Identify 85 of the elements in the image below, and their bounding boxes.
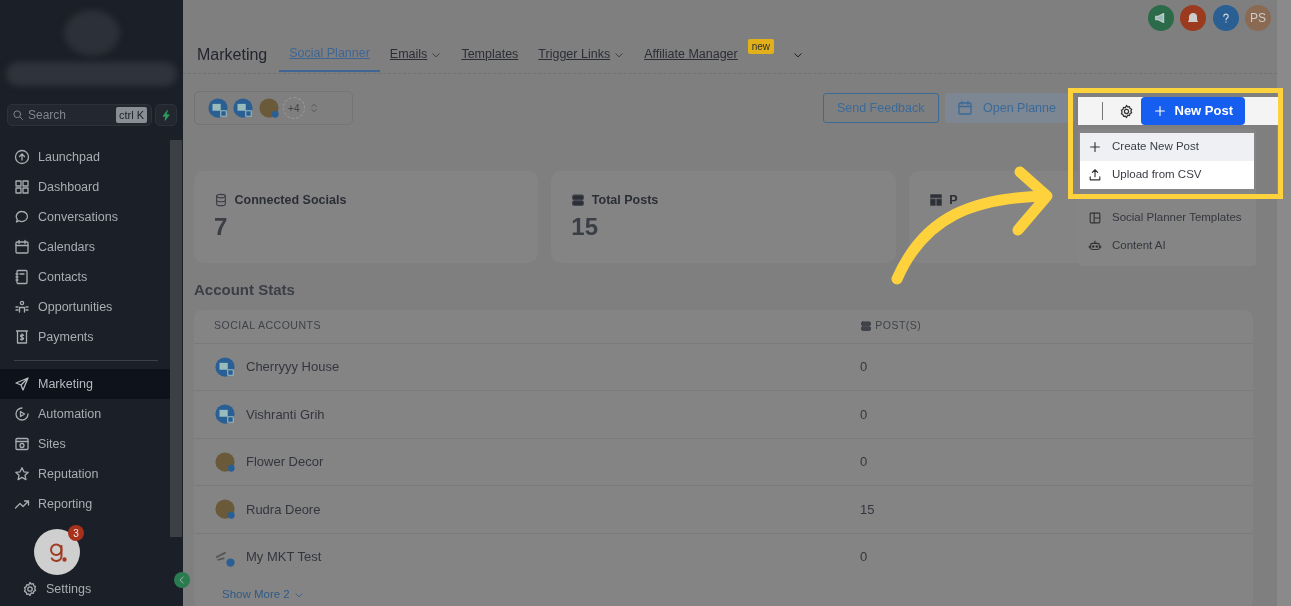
sidebar-item[interactable]: Marketing [0, 369, 170, 399]
post-count: 0 [860, 548, 868, 566]
sidebar-item[interactable]: Automation [0, 399, 170, 429]
sidebar-item[interactable]: Opportunities [0, 292, 170, 322]
contact-book-icon [14, 269, 30, 285]
collapse-sidebar-button[interactable] [174, 572, 190, 588]
stat-label: Total Posts [591, 192, 659, 209]
rocket-icon [14, 149, 30, 165]
post-count: 0 [860, 405, 868, 424]
account-name: Flower Decor [246, 453, 324, 471]
account-name: Rudra Deore [246, 500, 321, 519]
profile-photo-avatar [214, 498, 236, 521]
sidebar-item[interactable]: Calendars [0, 232, 170, 262]
search-field[interactable]: Search ctrl K [7, 104, 152, 126]
stat-value: 7 [214, 213, 229, 241]
sidebar-scrollbar[interactable] [170, 140, 182, 537]
profile-photo-avatar [214, 450, 236, 473]
shortcut-key: ctrl K [115, 106, 147, 124]
sort-icon [308, 102, 320, 114]
notification-badge: 3 [68, 525, 84, 541]
robot-icon [1088, 239, 1102, 253]
chevron-left-icon [177, 575, 187, 585]
quick-action-button[interactable] [155, 104, 177, 126]
sidebar-item[interactable]: Dashboard [0, 172, 170, 202]
sidebar-item[interactable]: Sites [0, 429, 170, 459]
brand-avatar-icon [214, 403, 236, 426]
new-post-button[interactable]: New Post [1140, 97, 1245, 125]
server-icon [571, 193, 586, 208]
layout-icon [928, 193, 943, 208]
sidebar-item[interactable]: Payments [0, 322, 170, 352]
receipt-icon [14, 329, 30, 345]
search-placeholder: Search [28, 107, 67, 124]
brand-avatar-icon [232, 97, 255, 119]
sidebar-item[interactable]: Settings [0, 577, 106, 601]
post-count: 15 [860, 500, 875, 519]
sidebar-item[interactable]: Reporting [0, 489, 170, 519]
database-icon [214, 193, 228, 208]
new-badge: new [747, 39, 775, 54]
column-header: POST(S) [875, 318, 922, 334]
brand-avatar-icon [207, 97, 229, 119]
account-name: Cherryyy House [246, 358, 340, 376]
page-scrollbar[interactable] [1277, 0, 1291, 606]
bell-icon [1186, 11, 1200, 25]
nav-tab[interactable]: Affiliate Manager [634, 37, 748, 72]
bolt-icon [160, 109, 172, 121]
sidebar-item[interactable]: Reputation [0, 459, 170, 489]
people-icon [14, 299, 30, 315]
page-title: Marketing [197, 44, 268, 65]
gear-icon [1119, 104, 1134, 120]
account-name: My MKT Test [246, 548, 322, 566]
search-icon [12, 109, 24, 121]
upload-icon [1088, 168, 1102, 182]
grid-icon [14, 179, 30, 195]
sidebar-item[interactable]: Conversations [0, 202, 170, 232]
help-button[interactable] [1212, 5, 1239, 31]
calendar-icon [957, 100, 973, 116]
server-icon [860, 320, 872, 332]
announcement-button[interactable] [1147, 5, 1174, 31]
calendar-icon [14, 239, 30, 255]
brand-avatar-icon [214, 355, 236, 378]
plus-icon [1088, 140, 1102, 154]
send-icon [14, 376, 30, 392]
profile-photo-avatar [257, 97, 280, 119]
post-count: 0 [860, 358, 868, 376]
stat-value: 15 [571, 213, 600, 241]
column-header: SOCIAL ACCOUNTS [214, 318, 322, 334]
stat-label: Connected Socials [234, 192, 347, 209]
plus-icon [1152, 104, 1167, 118]
sidebar-item[interactable]: Contacts [0, 262, 170, 292]
gear-icon [22, 581, 38, 597]
play-circle-icon [14, 406, 30, 422]
stat-label: P [949, 192, 958, 209]
section-heading: Account Stats [194, 280, 296, 300]
website-icon [14, 436, 30, 452]
chat-icon [14, 209, 30, 225]
menu-item[interactable]: Create New Post [1080, 133, 1254, 161]
template-icon [1088, 211, 1102, 225]
notification-button[interactable] [1180, 5, 1206, 31]
nav-tab[interactable]: Trigger Links [528, 37, 635, 72]
account-name: Vishranti Grih [246, 405, 325, 424]
nav-tab[interactable]: Emails [379, 37, 452, 72]
menu-item[interactable]: Upload from CSV [1080, 161, 1254, 189]
post-count: 0 [860, 453, 868, 471]
sidebar-item[interactable]: Launchpad [0, 142, 170, 172]
star-icon [14, 466, 30, 482]
